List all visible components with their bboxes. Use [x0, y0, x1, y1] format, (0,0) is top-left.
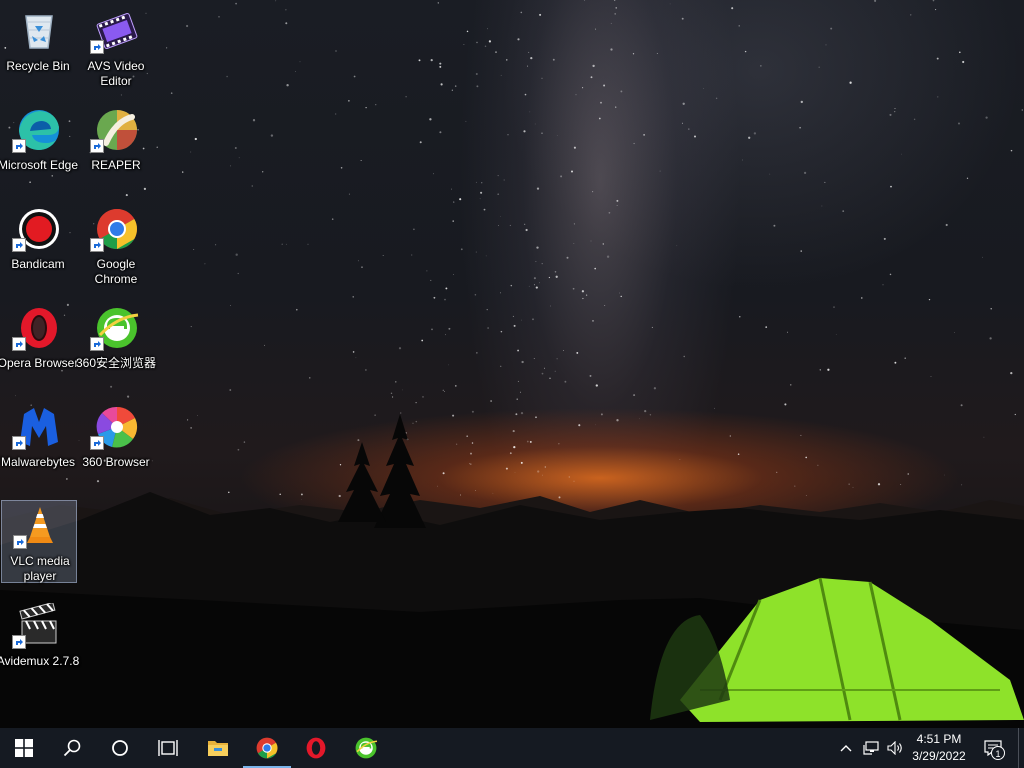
taskbar-file-explorer[interactable]	[194, 728, 242, 768]
360-browser-desktop-icon[interactable]: 360 Browser	[78, 400, 154, 492]
shortcut-arrow-icon	[90, 337, 104, 351]
desktop[interactable]: Recycle Bin AVS Video Editor Microsoft E…	[0, 0, 1024, 728]
speaker-icon	[886, 741, 902, 755]
chrome-icon	[256, 737, 278, 759]
start-button[interactable]	[0, 728, 48, 768]
google-chrome-desktop-icon[interactable]: Google Chrome	[78, 202, 154, 294]
avidemux-desktop-icon[interactable]: Avidemux 2.7.8	[0, 599, 79, 691]
avs-video-editor-desktop-icon[interactable]: AVS Video Editor	[78, 4, 154, 96]
taskbar-360-browser[interactable]	[342, 728, 390, 768]
desktop-icon-label: 360安全浏览器	[75, 356, 157, 370]
malwarebytes-desktop-icon[interactable]: Malwarebytes	[0, 400, 76, 492]
desktop-icon-label: Opera Browser	[0, 356, 79, 370]
taskbar: 4:51 PM 3/29/2022	[0, 728, 1024, 768]
shortcut-arrow-icon	[90, 436, 104, 450]
network-tray-button[interactable]	[860, 728, 882, 768]
recycle-bin-desktop-icon[interactable]: Recycle Bin	[0, 4, 76, 96]
clock-date: 3/29/2022	[912, 749, 966, 763]
network-icon	[863, 741, 879, 755]
windows-start-icon	[15, 739, 33, 757]
desktop-icon-label: AVS Video Editor	[87, 59, 145, 88]
desktop-icon-label: Google Chrome	[94, 257, 138, 286]
shortcut-arrow-icon	[90, 139, 104, 153]
360-safe-browser-desktop-icon[interactable]: 360安全浏览器	[76, 301, 156, 393]
desktop-icon-label: 360 Browser	[82, 455, 150, 469]
desktop-icon-label: Recycle Bin	[6, 59, 70, 73]
desktop-icon-label: VLC media player	[10, 554, 70, 583]
shortcut-arrow-icon	[12, 238, 26, 252]
shortcut-arrow-icon	[12, 436, 26, 450]
recycle-bin-icon	[16, 6, 62, 52]
taskbar-chrome[interactable]	[243, 728, 291, 768]
desktop-icon-label: REAPER	[91, 158, 141, 172]
task-view-button[interactable]	[144, 728, 192, 768]
tray-overflow-button[interactable]	[836, 728, 856, 768]
desktop-icon-label: Avidemux 2.7.8	[0, 654, 80, 668]
show-desktop-button[interactable]	[1018, 728, 1024, 768]
opera-icon	[306, 737, 326, 759]
cortana-icon	[112, 740, 128, 756]
search-icon	[63, 739, 81, 757]
reaper-desktop-icon[interactable]: REAPER	[78, 103, 154, 195]
desktop-icon-label: Bandicam	[11, 257, 65, 271]
shortcut-arrow-icon	[13, 535, 27, 549]
desktop-icon-label: Microsoft Edge	[0, 158, 79, 172]
shortcut-arrow-icon	[90, 40, 104, 54]
taskbar-opera[interactable]	[292, 728, 340, 768]
desktop-icon-grid: Recycle Bin AVS Video Editor Microsoft E…	[0, 0, 160, 728]
notification-count-badge: 1	[991, 746, 1005, 760]
volume-tray-button[interactable]	[884, 728, 906, 768]
shortcut-arrow-icon	[12, 139, 26, 153]
360-browser-icon	[355, 737, 378, 759]
task-view-icon	[158, 740, 178, 756]
desktop-icon-label: Malwarebytes	[0, 455, 76, 469]
file-explorer-icon	[208, 741, 228, 756]
microsoft-edge-desktop-icon[interactable]: Microsoft Edge	[0, 103, 78, 195]
taskbar-clock[interactable]: 4:51 PM 3/29/2022	[904, 731, 974, 765]
shortcut-arrow-icon	[12, 635, 26, 649]
chevron-up-icon	[840, 745, 852, 752]
clock-time: 4:51 PM	[916, 732, 962, 746]
shortcut-arrow-icon	[90, 238, 104, 252]
search-button[interactable]	[48, 728, 96, 768]
shortcut-arrow-icon	[12, 337, 26, 351]
cortana-button[interactable]	[96, 728, 144, 768]
bandicam-desktop-icon[interactable]: Bandicam	[0, 202, 76, 294]
vlc-media-player-desktop-icon[interactable]: VLC media player	[1, 500, 77, 583]
opera-browser-desktop-icon[interactable]: Opera Browser	[0, 301, 78, 393]
